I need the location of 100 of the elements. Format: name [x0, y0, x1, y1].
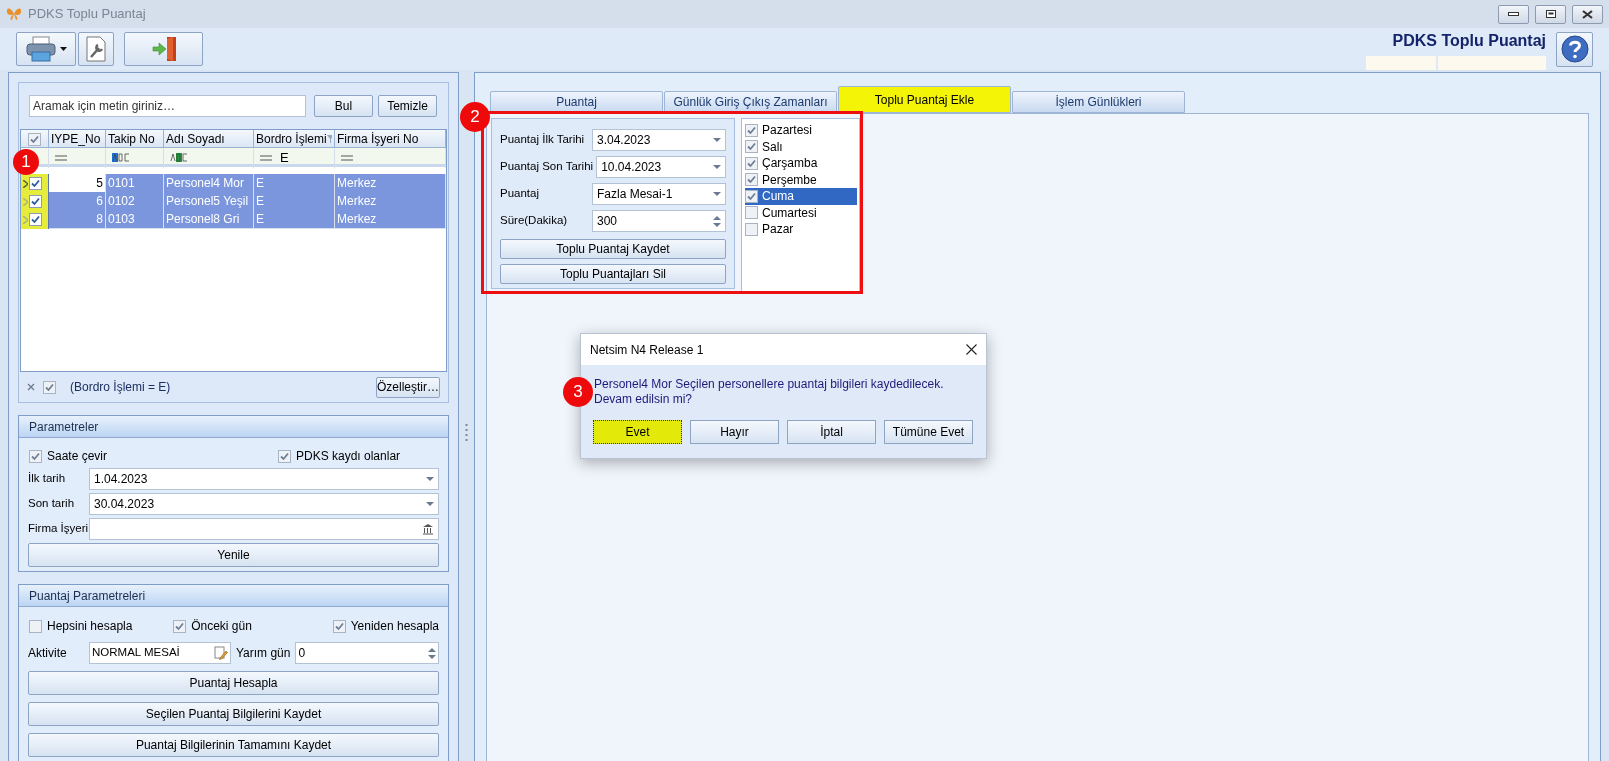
day-item[interactable]: Cuma: [745, 188, 857, 205]
checkbox-label: Saate çevir: [47, 448, 108, 465]
dropdown-field[interactable]: Fazla Mesai-1: [592, 183, 726, 205]
checkbox[interactable]: [29, 449, 42, 463]
checkbox[interactable]: [332, 619, 346, 633]
maximize-button[interactable]: [1535, 4, 1566, 24]
date-field[interactable]: 30.04.2023: [89, 493, 439, 515]
splitter-grip-icon[interactable]: [465, 422, 468, 441]
checkbox[interactable]: [745, 222, 758, 236]
checkbox[interactable]: [745, 156, 758, 170]
checkbox[interactable]: [745, 123, 758, 137]
caret-icon: [59, 47, 67, 51]
equals-icon[interactable]: [55, 154, 67, 161]
action-button[interactable]: Toplu Puantajları Sil: [500, 264, 726, 284]
activity-field[interactable]: NORMAL MESAİ: [89, 642, 231, 664]
action-button[interactable]: Puantaj Bilgilerinin Tamamını Kaydet: [28, 733, 439, 757]
day-item[interactable]: Salı: [745, 138, 857, 155]
day-item[interactable]: Perşembe: [745, 171, 857, 188]
close-icon: [1582, 9, 1593, 19]
settings-button[interactable]: [78, 32, 114, 66]
grid-row[interactable]: 5 0101 Personel4 Mor E Merkez: [21, 174, 446, 192]
dropdown-arrow-icon[interactable]: [426, 476, 434, 482]
minimize-button[interactable]: [1498, 4, 1529, 24]
dialog-message: Devam edilsin mi?: [594, 392, 694, 407]
info-strip: [1366, 55, 1436, 70]
butterfly-logo-icon: [6, 7, 22, 21]
day-item[interactable]: Çarşamba: [745, 155, 857, 172]
half-day-field[interactable]: 0: [295, 642, 439, 664]
row-selector[interactable]: [21, 210, 49, 229]
checkbox[interactable]: [745, 140, 758, 154]
action-button[interactable]: Puantaj Hesapla: [28, 671, 439, 695]
checkbox[interactable]: [43, 380, 56, 394]
search-field[interactable]: Aramak için metin giriniz…: [29, 95, 306, 117]
find-button[interactable]: Bul: [314, 95, 373, 117]
number-field[interactable]: 300: [592, 210, 726, 232]
dialog-button[interactable]: Evet: [593, 420, 682, 444]
tab[interactable]: Günlük Giriş Çıkış Zamanları: [664, 91, 837, 113]
checkbox[interactable]: [29, 195, 42, 208]
refresh-button[interactable]: Yenile: [28, 543, 439, 567]
filter-expression: (Bordro İşlemi = E): [70, 379, 171, 396]
field-label: Son tarih: [28, 496, 76, 512]
day-item[interactable]: Pazar: [745, 221, 857, 238]
field-label: Puantaj İlk Tarihi: [500, 132, 586, 148]
print-button[interactable]: [16, 32, 76, 66]
close-icon[interactable]: [966, 344, 977, 355]
exit-button[interactable]: [124, 32, 203, 66]
action-button[interactable]: Seçilen Puantaj Bilgilerini Kaydet: [28, 702, 439, 726]
dropdown-arrow-icon[interactable]: [426, 501, 434, 507]
document-wrench-icon: [85, 36, 107, 62]
table-cell: 0103: [106, 210, 164, 229]
table-cell: 8: [49, 210, 106, 229]
text-filter-icon[interactable]: [170, 153, 188, 163]
checkbox[interactable]: [28, 132, 41, 146]
field-label: Puantaj Son Tarihi: [500, 159, 595, 175]
checkbox[interactable]: [173, 619, 187, 633]
dropdown-arrow-icon[interactable]: [713, 191, 721, 197]
printer-icon: [25, 36, 56, 62]
equals-icon[interactable]: [260, 154, 272, 161]
dropdown-arrow-icon[interactable]: [713, 164, 721, 170]
field-label: İlk tarih: [28, 471, 67, 487]
spin-arrows-icon[interactable]: [428, 646, 436, 660]
tab[interactable]: İşlem Günlükleri: [1012, 91, 1185, 113]
tab[interactable]: Toplu Puantaj Ekle: [838, 86, 1011, 113]
day-item[interactable]: Cumartesi: [745, 204, 857, 221]
dropdown-field[interactable]: 3.04.2023: [592, 129, 726, 151]
dropdown-field[interactable]: 10.04.2023: [596, 156, 726, 178]
checkbox[interactable]: [278, 449, 291, 463]
window-title: PDKS Toplu Puantaj: [28, 5, 146, 24]
text-filter-icon[interactable]: [112, 153, 130, 163]
bank-icon[interactable]: [422, 523, 434, 535]
clear-button[interactable]: Temizle: [378, 95, 437, 117]
filter-value: E: [280, 149, 289, 167]
table-cell: E: [254, 210, 335, 229]
dropdown-arrow-icon[interactable]: [713, 137, 721, 143]
date-field[interactable]: 1.04.2023: [89, 468, 439, 490]
equals-icon[interactable]: [341, 154, 353, 161]
day-item[interactable]: Pazartesi: [745, 122, 857, 139]
customize-button[interactable]: Özelleştir…: [376, 376, 440, 398]
field-label: Firma İşyeri: [28, 521, 89, 537]
dialog-button[interactable]: Tümüne Evet: [884, 420, 973, 444]
dialog-title: Netsim N4 Release 1: [590, 341, 704, 359]
tab[interactable]: Puantaj: [490, 91, 663, 113]
close-button[interactable]: [1572, 4, 1603, 24]
dialog-button[interactable]: Hayır: [690, 420, 779, 444]
dialog-button[interactable]: İptal: [787, 420, 876, 444]
checkbox[interactable]: [29, 177, 42, 190]
form-heading: PDKS Toplu Puantaj: [1392, 30, 1546, 51]
spin-arrows-icon[interactable]: [713, 214, 721, 228]
checkbox[interactable]: [745, 189, 758, 203]
checkbox[interactable]: [29, 213, 42, 226]
checkbox[interactable]: [29, 619, 42, 633]
field-label: Puantaj: [500, 186, 540, 202]
checkbox[interactable]: [745, 206, 758, 220]
checkbox[interactable]: [745, 173, 758, 187]
lookup-field[interactable]: [89, 518, 439, 540]
help-button[interactable]: [1556, 31, 1593, 67]
action-button[interactable]: Toplu Puantaj Kaydet: [500, 239, 726, 259]
group-header: Parametreler: [19, 416, 448, 438]
edit-note-icon[interactable]: [214, 646, 228, 660]
checkbox-label: PDKS kaydı olanlar: [296, 448, 401, 465]
